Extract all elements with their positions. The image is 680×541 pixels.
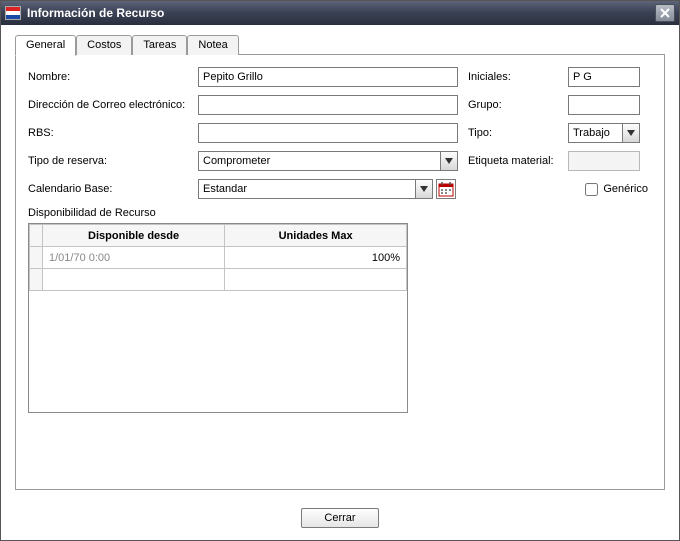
label-calendario-base: Calendario Base:	[28, 183, 198, 195]
dropdown-calendario-button[interactable]	[415, 179, 433, 199]
etiqueta-material-box	[568, 151, 640, 171]
cell-unidades[interactable]: 100%	[225, 247, 407, 269]
select-tipo-reserva[interactable]	[198, 151, 440, 171]
close-dialog-button[interactable]: Cerrar	[301, 508, 378, 528]
label-etiqueta-material: Etiqueta material:	[468, 155, 568, 167]
checkbox-generico[interactable]	[585, 183, 598, 196]
select-tipo[interactable]	[568, 123, 622, 143]
chevron-down-icon	[420, 186, 428, 192]
cell-fecha[interactable]: 1/01/70 0:00	[43, 247, 225, 269]
grid-corner	[30, 225, 43, 247]
input-iniciales[interactable]	[568, 67, 640, 87]
dropdown-tipo-button[interactable]	[622, 123, 640, 143]
row-header[interactable]	[30, 247, 43, 269]
col-unidades-max[interactable]: Unidades Max	[225, 225, 407, 247]
dropdown-tipo-reserva-button[interactable]	[440, 151, 458, 171]
select-calendario-base[interactable]	[198, 179, 415, 199]
dialog-footer: Cerrar	[1, 500, 679, 540]
availability-grid[interactable]: Disponible desde Unidades Max 1/01/70 0:…	[28, 223, 408, 413]
tab-general[interactable]: General	[15, 35, 76, 56]
tabstrip: General Costos Tareas Notea	[1, 25, 679, 55]
label-grupo: Grupo:	[468, 99, 568, 111]
label-generico: Genérico	[603, 183, 648, 195]
titlebar: Información de Recurso	[1, 1, 679, 25]
label-iniciales: Iniciales:	[468, 71, 568, 83]
table-row: 1/01/70 0:00 100%	[30, 247, 407, 269]
input-nombre[interactable]	[198, 67, 458, 87]
tab-panel-general: Nombre: Iniciales: Dirección de Correo e…	[15, 55, 665, 490]
calendar-icon	[438, 181, 454, 197]
chevron-down-icon	[445, 158, 453, 164]
cell-unidades[interactable]	[225, 269, 407, 291]
table-row	[30, 269, 407, 291]
resource-info-window: Información de Recurso General Costos Ta…	[0, 0, 680, 541]
cell-fecha[interactable]	[43, 269, 225, 291]
chevron-down-icon	[627, 130, 635, 136]
tab-notea[interactable]: Notea	[187, 35, 238, 55]
row-header[interactable]	[30, 269, 43, 291]
calendar-button[interactable]	[436, 179, 456, 199]
label-nombre: Nombre:	[28, 71, 198, 83]
label-tipo: Tipo:	[468, 127, 568, 139]
label-tipo-reserva: Tipo de reserva:	[28, 155, 198, 167]
tab-costos[interactable]: Costos	[76, 35, 132, 55]
tab-tareas[interactable]: Tareas	[132, 35, 187, 55]
label-rbs: RBS:	[28, 127, 198, 139]
col-disponible-desde[interactable]: Disponible desde	[43, 225, 225, 247]
input-grupo[interactable]	[568, 95, 640, 115]
close-button[interactable]	[655, 4, 675, 22]
input-rbs[interactable]	[198, 123, 458, 143]
app-icon	[5, 6, 21, 20]
window-title: Información de Recurso	[27, 6, 655, 20]
label-direccion: Dirección de Correo electrónico:	[28, 99, 198, 111]
close-icon	[660, 8, 670, 18]
label-disponibilidad: Disponibilidad de Recurso	[28, 207, 652, 219]
input-direccion[interactable]	[198, 95, 458, 115]
